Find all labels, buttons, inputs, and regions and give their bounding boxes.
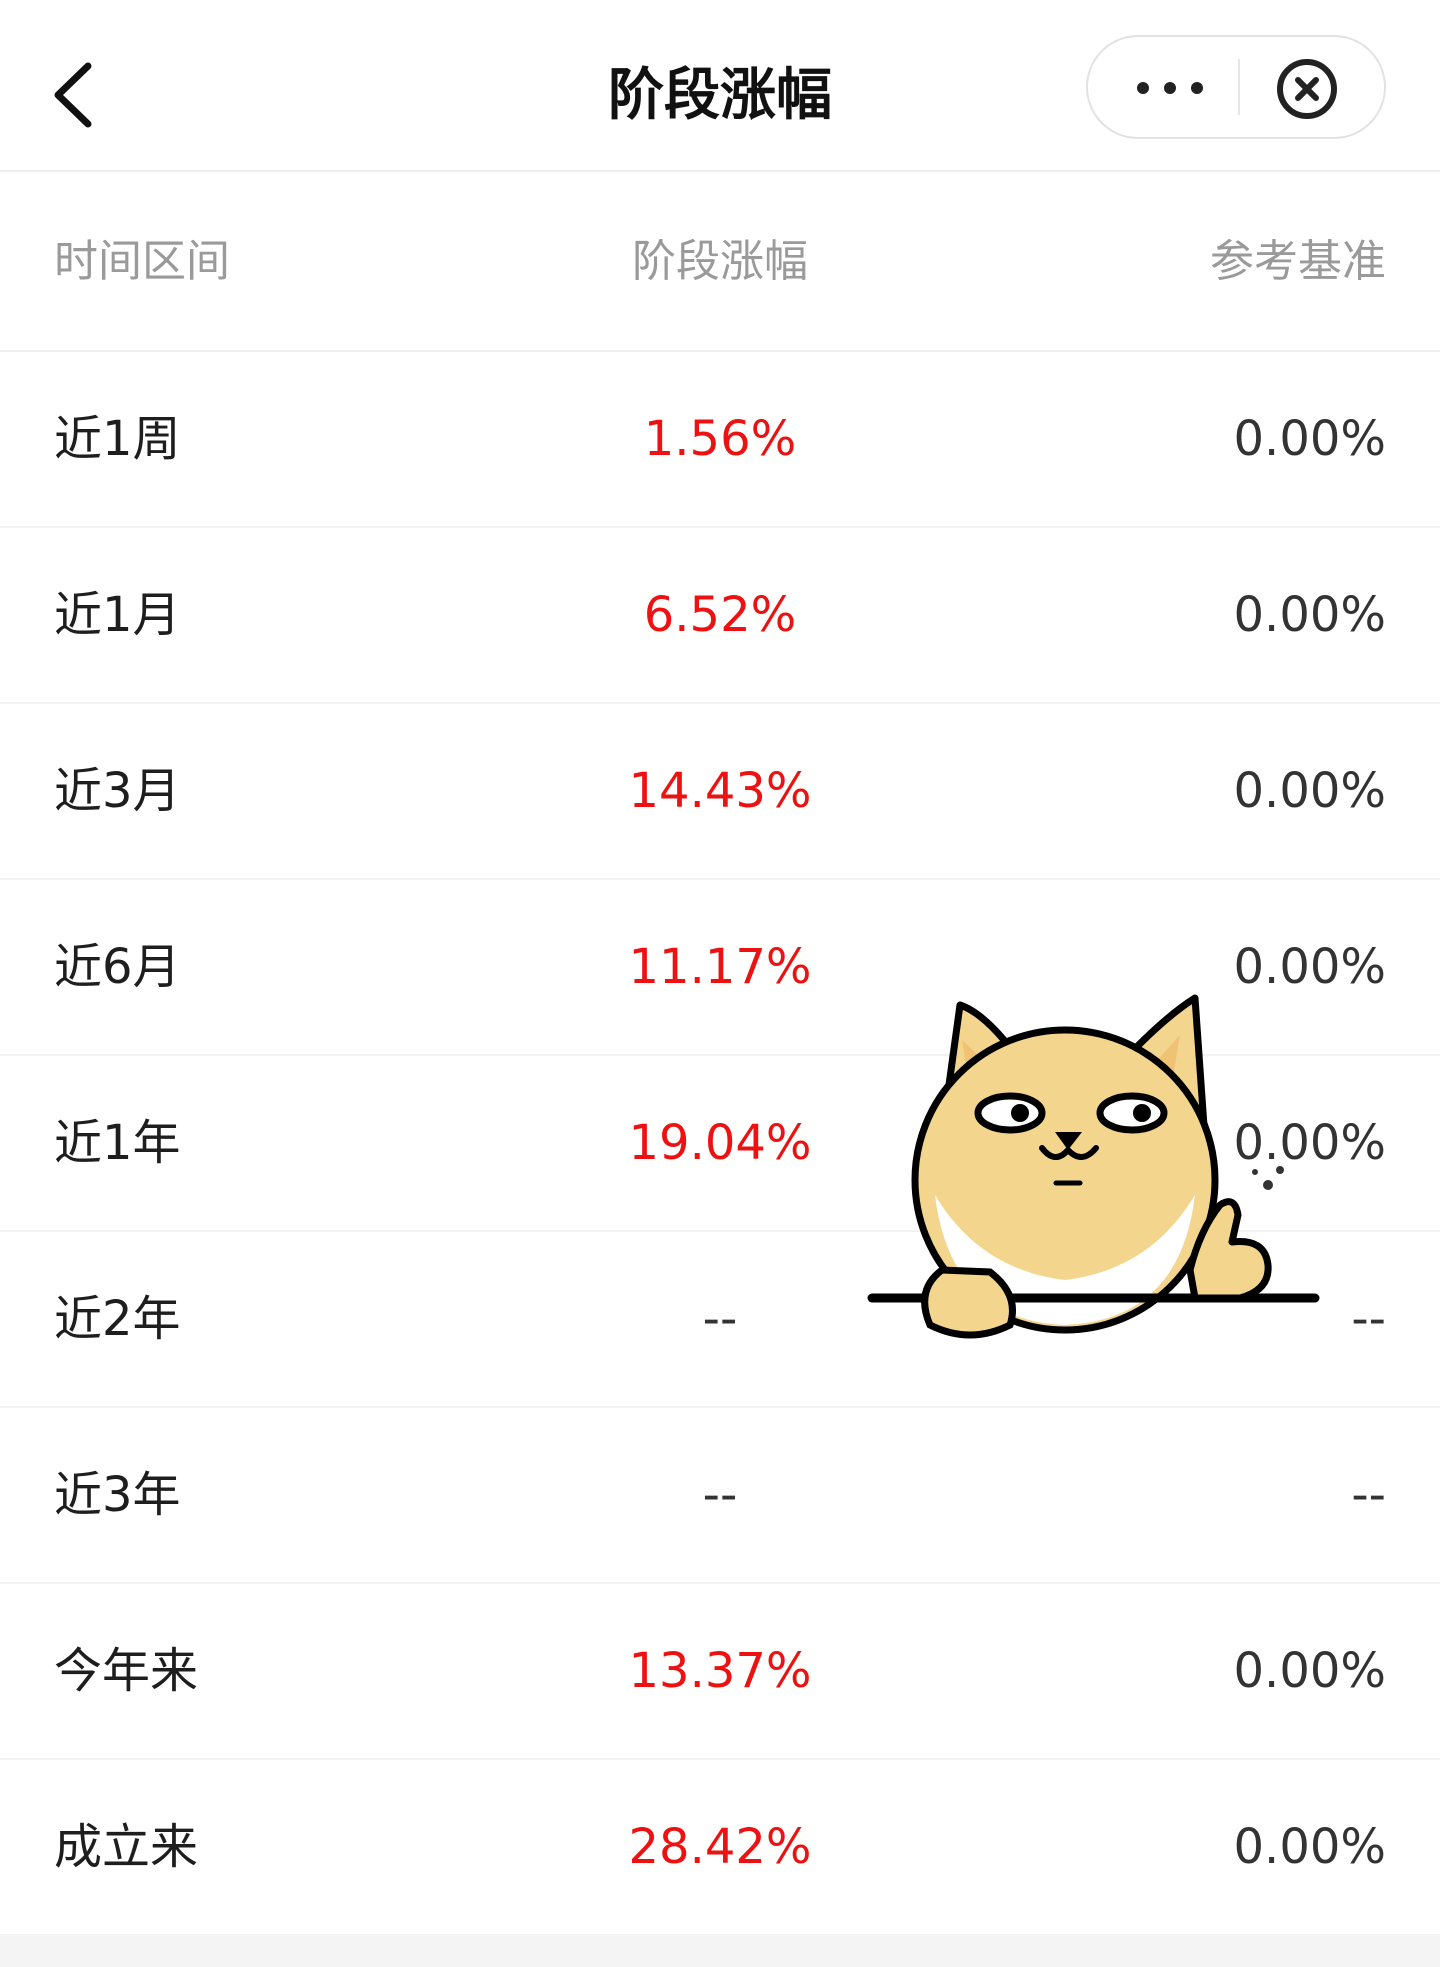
column-header-benchmark: 参考基准 xyxy=(1210,236,1386,287)
footer-strip xyxy=(0,1934,1440,1967)
benchmark-cell: 0.00% xyxy=(1233,939,1386,995)
column-header-change: 阶段涨幅 xyxy=(632,236,808,287)
mini-program-capsule xyxy=(1086,35,1386,139)
table-header: 时间区间 阶段涨幅 参考基准 xyxy=(0,172,1440,352)
change-cell: 14.43% xyxy=(628,763,812,819)
benchmark-cell: 0.00% xyxy=(1233,1643,1386,1699)
benchmark-cell: -- xyxy=(1351,1291,1386,1347)
period-cell: 近3年 xyxy=(54,1467,181,1523)
benchmark-cell: 0.00% xyxy=(1233,411,1386,467)
period-cell: 近1年 xyxy=(54,1115,181,1171)
navigation-bar: 阶段涨幅 xyxy=(0,0,1440,172)
more-button[interactable] xyxy=(1088,37,1238,137)
table-row: 近3年 -- -- xyxy=(0,1408,1440,1584)
column-header-period: 时间区间 xyxy=(54,236,230,287)
change-cell: 6.52% xyxy=(643,587,797,643)
period-cell: 近1月 xyxy=(54,587,181,643)
close-button[interactable] xyxy=(1240,37,1386,137)
table-row: 近1周 1.56% 0.00% xyxy=(0,352,1440,528)
period-cell: 近2年 xyxy=(54,1291,181,1347)
period-cell: 近3月 xyxy=(54,763,181,819)
period-cell: 今年来 xyxy=(54,1643,199,1699)
table-row: 近2年 -- -- xyxy=(0,1232,1440,1408)
change-cell: 11.17% xyxy=(628,939,812,995)
period-cell: 成立来 xyxy=(54,1819,199,1875)
change-cell: -- xyxy=(702,1291,738,1347)
table-row: 今年来 13.37% 0.00% xyxy=(0,1584,1440,1760)
table-row: 近3月 14.43% 0.00% xyxy=(0,704,1440,880)
circle-close-icon xyxy=(1277,59,1337,119)
table-row: 近1月 6.52% 0.00% xyxy=(0,528,1440,704)
performance-table: 时间区间 阶段涨幅 参考基准 近1周 1.56% 0.00% 近1月 6.52%… xyxy=(0,172,1440,1936)
benchmark-cell: 0.00% xyxy=(1233,1115,1386,1171)
benchmark-cell: 0.00% xyxy=(1233,1819,1386,1875)
table-row: 近1年 19.04% 0.00% xyxy=(0,1056,1440,1232)
table-row: 近6月 11.17% 0.00% xyxy=(0,880,1440,1056)
benchmark-cell: 0.00% xyxy=(1233,763,1386,819)
change-cell: 28.42% xyxy=(628,1819,812,1875)
change-cell: 13.37% xyxy=(628,1643,812,1699)
change-cell: 1.56% xyxy=(643,411,797,467)
benchmark-cell: 0.00% xyxy=(1233,587,1386,643)
period-cell: 近1周 xyxy=(54,411,181,467)
more-dots-icon xyxy=(1137,82,1203,94)
period-cell: 近6月 xyxy=(54,939,181,995)
change-cell: 19.04% xyxy=(628,1115,812,1171)
benchmark-cell: -- xyxy=(1351,1467,1386,1523)
table-row: 成立来 28.42% 0.00% xyxy=(0,1760,1440,1936)
change-cell: -- xyxy=(702,1467,738,1523)
